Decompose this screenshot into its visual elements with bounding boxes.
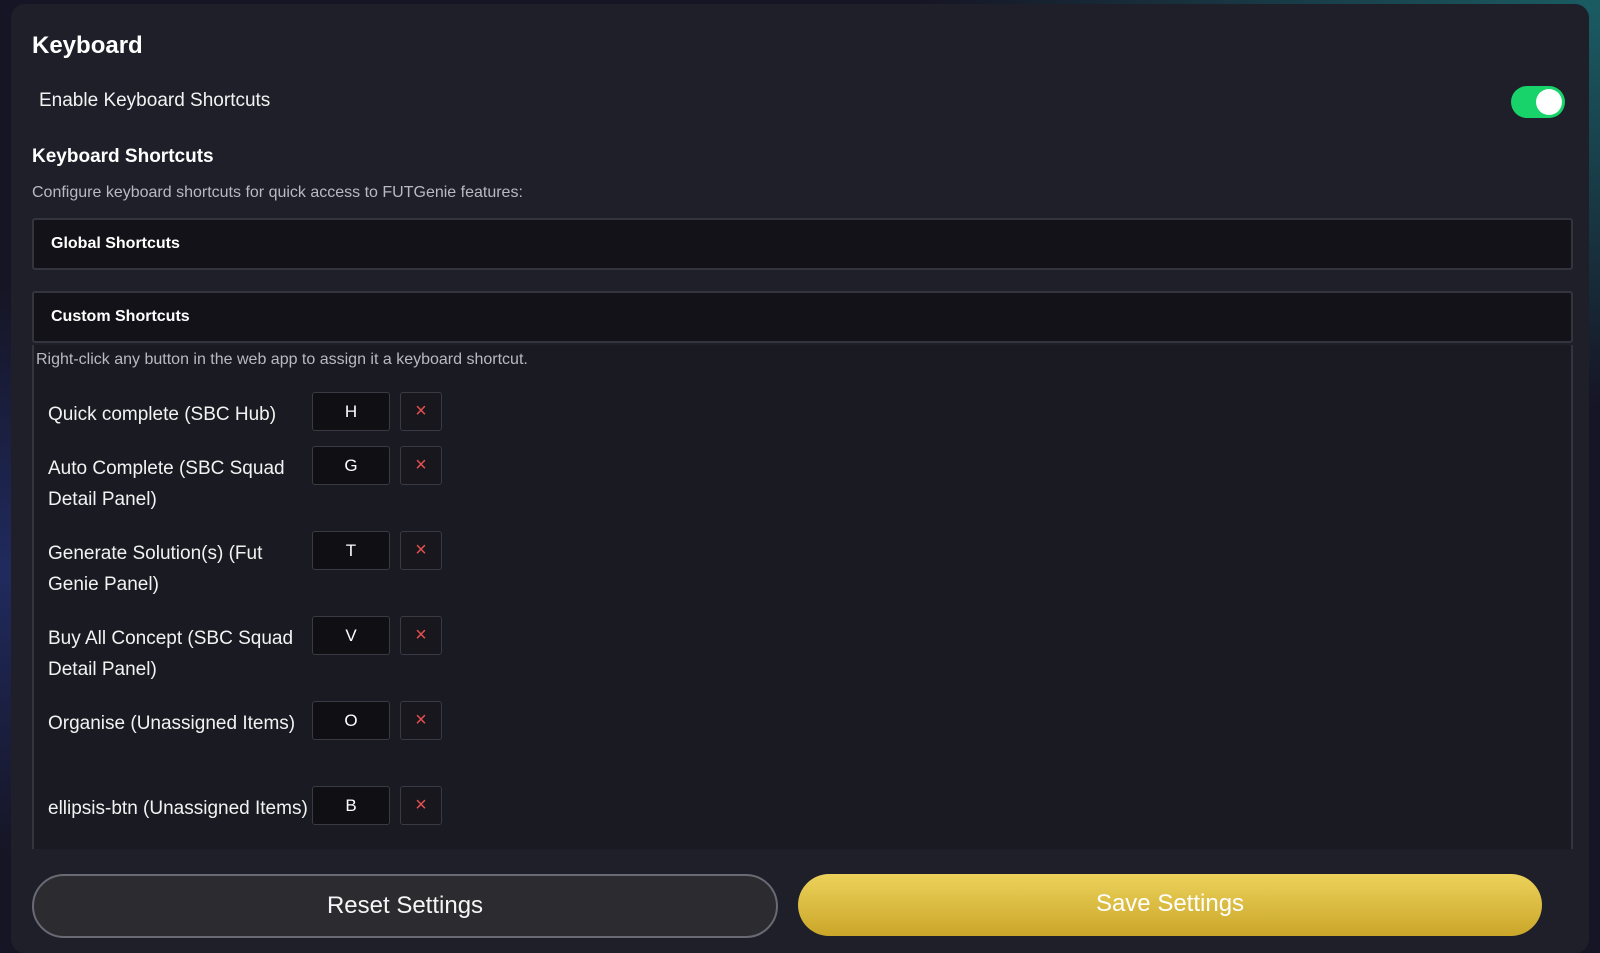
toggle-knob — [1536, 89, 1562, 115]
close-icon: × — [415, 539, 427, 561]
shortcut-label: Organise (Unassigned Items) — [48, 713, 296, 734]
close-icon: × — [415, 624, 427, 646]
custom-shortcuts-body: Right-click any button in the web app to… — [32, 345, 1573, 849]
remove-shortcut-button[interactable]: × — [400, 786, 442, 825]
shortcut-key-input[interactable]: V — [312, 616, 390, 655]
custom-shortcuts-description: Right-click any button in the web app to… — [36, 351, 528, 368]
settings-footer: Reset Settings Save Settings — [11, 849, 1589, 953]
remove-shortcut-button[interactable]: × — [400, 446, 442, 485]
save-settings-button[interactable]: Save Settings — [798, 874, 1542, 936]
shortcut-label: ellipsis-btn (Unassigned Items) — [48, 798, 308, 819]
shortcut-key-input[interactable]: T — [312, 531, 390, 570]
close-icon: × — [415, 794, 427, 816]
remove-shortcut-button[interactable]: × — [400, 701, 442, 740]
custom-shortcuts-header[interactable]: Custom Shortcuts — [32, 291, 1573, 343]
shortcut-label: Auto Complete (SBC Squad Detail Panel) — [48, 458, 285, 510]
shortcut-key-input[interactable]: G — [312, 446, 390, 485]
remove-shortcut-button[interactable]: × — [400, 616, 442, 655]
shortcut-key-input[interactable]: O — [312, 701, 390, 740]
shortcut-label: Generate Solution(s) (Fut Genie Panel) — [48, 543, 263, 595]
enable-shortcuts-toggle[interactable] — [1511, 86, 1565, 118]
enable-shortcuts-label: Enable Keyboard Shortcuts — [39, 90, 271, 111]
close-icon: × — [415, 454, 427, 476]
shortcuts-description: Configure keyboard shortcuts for quick a… — [32, 184, 523, 201]
shortcut-label: Quick complete (SBC Hub) — [48, 404, 277, 425]
remove-shortcut-button[interactable]: × — [400, 392, 442, 431]
shortcut-label: Buy All Concept (SBC Squad Detail Panel) — [48, 628, 294, 680]
close-icon: × — [415, 709, 427, 731]
remove-shortcut-button[interactable]: × — [400, 531, 442, 570]
reset-settings-button[interactable]: Reset Settings — [32, 874, 778, 938]
section-title: Keyboard — [32, 32, 143, 59]
close-icon: × — [415, 400, 427, 422]
global-shortcuts-header[interactable]: Global Shortcuts — [32, 218, 1573, 270]
settings-scroll-area[interactable]: Keyboard Enable Keyboard Shortcuts Keybo… — [11, 4, 1589, 849]
shortcuts-heading: Keyboard Shortcuts — [32, 146, 214, 167]
shortcut-key-input[interactable]: H — [312, 392, 390, 431]
settings-panel: Keyboard Enable Keyboard Shortcuts Keybo… — [11, 4, 1589, 953]
shortcut-key-input[interactable]: B — [312, 786, 390, 825]
